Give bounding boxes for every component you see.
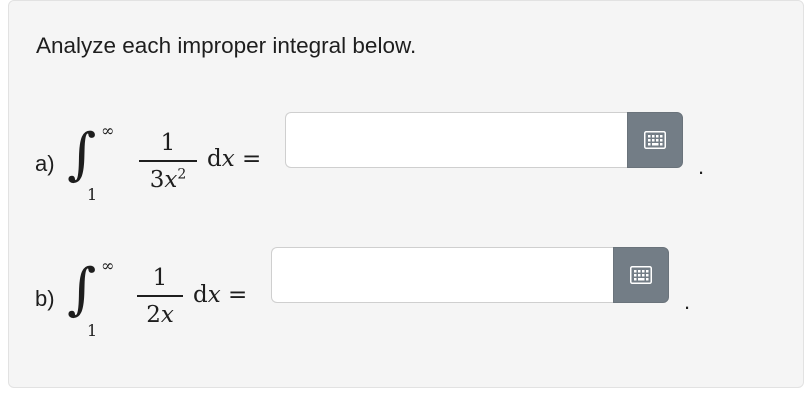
fraction-bar (137, 295, 183, 297)
integral-sign: ∫ (67, 122, 97, 187)
lower-limit: 1 (87, 321, 98, 340)
trailing-period: . (698, 154, 705, 179)
fraction-denominator: 2x (135, 304, 185, 327)
keypad-button-b[interactable] (613, 247, 669, 303)
answer-input-b[interactable] (271, 247, 613, 303)
question-panel: Analyze each improper integral below. a)… (8, 0, 804, 388)
differential-d: d (193, 282, 208, 308)
integral-sign: ∫ (67, 257, 97, 322)
part-a-label: a) (35, 151, 55, 176)
question-prompt: Analyze each improper integral below. (36, 33, 417, 58)
upper-limit: ∞ (101, 256, 115, 275)
answer-group-a (285, 112, 683, 168)
fraction-numerator: 1 (160, 130, 176, 156)
fraction-numerator: 1 (152, 265, 168, 291)
answer-group-b (271, 247, 669, 303)
denominator-variable: x (164, 167, 178, 193)
keypad-button-a[interactable] (627, 112, 683, 168)
upper-limit: ∞ (101, 121, 115, 140)
differential-variable: x (207, 282, 221, 308)
differential-variable: x (221, 146, 235, 172)
trailing-period: . (684, 289, 691, 314)
differential: dx = (207, 148, 261, 171)
denominator-variable: x (160, 302, 174, 328)
differential: dx = (193, 284, 247, 307)
keypad-icon (644, 131, 666, 149)
fraction-bar (139, 160, 197, 162)
denominator-coefficient: 2 (146, 302, 161, 328)
equals-sign: = (242, 146, 262, 172)
denominator-coefficient: 3 (149, 167, 165, 193)
part-b-label: b) (35, 286, 55, 311)
denominator-exponent: 2 (177, 166, 187, 183)
answer-input-a[interactable] (285, 112, 627, 168)
lower-limit: 1 (87, 185, 98, 204)
equals-sign: = (228, 282, 248, 308)
differential-d: d (207, 146, 222, 172)
keypad-icon (630, 266, 652, 284)
fraction-denominator: 3x2 (137, 166, 199, 193)
